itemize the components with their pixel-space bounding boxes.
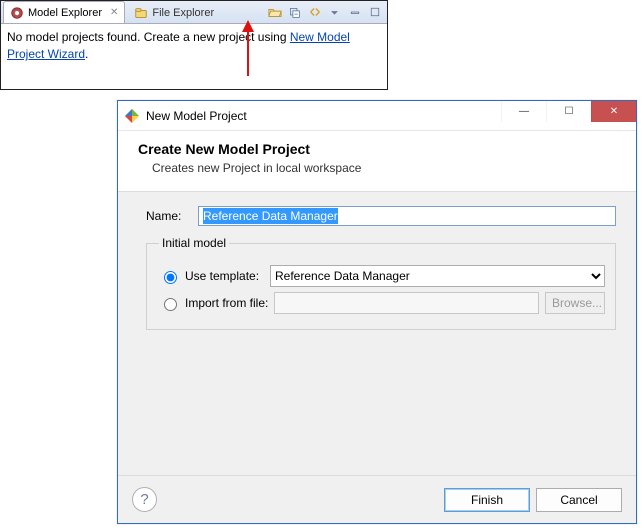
group-legend: Initial model [159, 236, 229, 250]
close-tab-icon[interactable]: ✕ [110, 7, 118, 18]
tab-model-explorer[interactable]: Model Explorer ✕ [3, 1, 125, 23]
open-folder-icon[interactable] [266, 4, 283, 21]
message-suffix: . [85, 47, 88, 61]
import-file-radio-label[interactable]: Import from file: [159, 295, 268, 311]
import-file-radio[interactable] [164, 298, 177, 311]
dialog-subheading: Creates new Project in local workspace [138, 161, 616, 175]
tab-label: Model Explorer [28, 7, 102, 19]
use-template-radio-label[interactable]: Use template: [159, 268, 264, 284]
finish-button[interactable]: Finish [444, 488, 530, 512]
dialog-header: Create New Model Project Creates new Pro… [118, 131, 636, 192]
dialog-app-icon [124, 108, 140, 124]
dialog-footer: ? Finish Cancel [118, 475, 636, 523]
name-label: Name: [146, 209, 190, 223]
template-select[interactable]: Reference Data Manager [270, 265, 605, 287]
model-explorer-icon [10, 6, 24, 20]
collapse-all-icon[interactable] [286, 4, 303, 21]
cancel-button[interactable]: Cancel [536, 488, 622, 512]
view-tabbar: Model Explorer ✕ File Explorer [1, 1, 387, 24]
name-field[interactable]: Reference Data Manager [198, 206, 616, 226]
close-button[interactable]: ✕ [591, 101, 636, 122]
help-icon[interactable]: ? [132, 487, 157, 512]
view-toolbar [266, 4, 387, 21]
browse-button: Browse... [545, 292, 605, 314]
model-explorer-view: Model Explorer ✕ File Explorer [0, 0, 388, 90]
link-with-editor-icon[interactable] [306, 4, 323, 21]
dialog-title: New Model Project [146, 109, 501, 123]
minimize-button[interactable]: — [501, 101, 546, 122]
tab-file-explorer[interactable]: File Explorer [127, 1, 221, 23]
initial-model-group: Initial model Use template: Reference Da… [146, 236, 616, 330]
use-template-radio[interactable] [164, 271, 177, 284]
empty-state-message: No model projects found. Create a new pr… [1, 24, 387, 69]
import-file-field [274, 292, 539, 314]
dialog-body: Name: Reference Data Manager Initial mod… [118, 192, 636, 486]
view-menu-icon[interactable] [326, 4, 343, 21]
window-controls: — ☐ ✕ [501, 101, 636, 130]
name-value: Reference Data Manager [203, 208, 338, 224]
minimize-view-icon[interactable] [346, 4, 363, 21]
maximize-view-icon[interactable] [366, 4, 383, 21]
new-model-project-dialog: New Model Project — ☐ ✕ Create New Model… [117, 100, 637, 524]
tab-label: File Explorer [152, 7, 214, 19]
dialog-heading: Create New Model Project [138, 141, 616, 157]
dialog-titlebar: New Model Project — ☐ ✕ [118, 101, 636, 131]
file-explorer-icon [134, 6, 148, 20]
annotation-arrow-icon [238, 18, 258, 78]
maximize-button[interactable]: ☐ [546, 101, 591, 122]
